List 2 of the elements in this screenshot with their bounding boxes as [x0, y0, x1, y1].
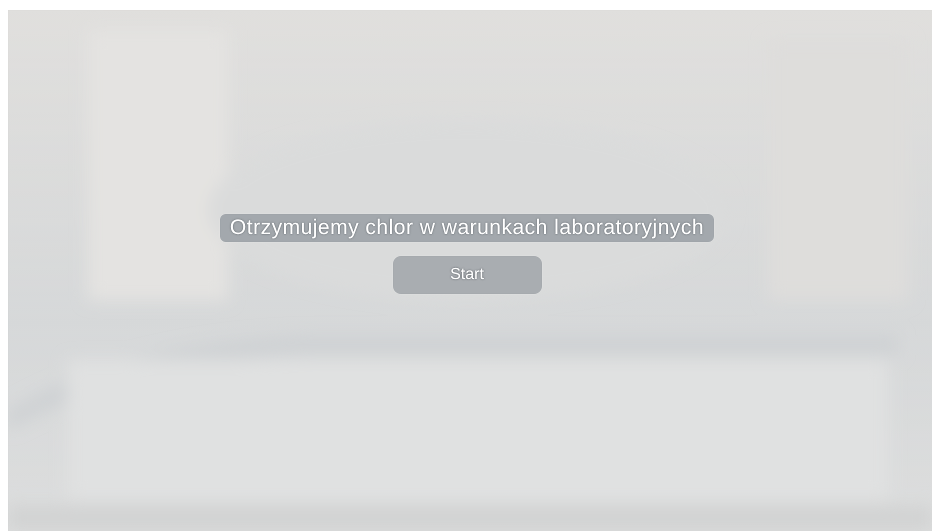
- start-button[interactable]: Start: [392, 256, 542, 294]
- intro-title: Otrzymujemy chlor w warunkach laboratoryjnych: [220, 214, 714, 242]
